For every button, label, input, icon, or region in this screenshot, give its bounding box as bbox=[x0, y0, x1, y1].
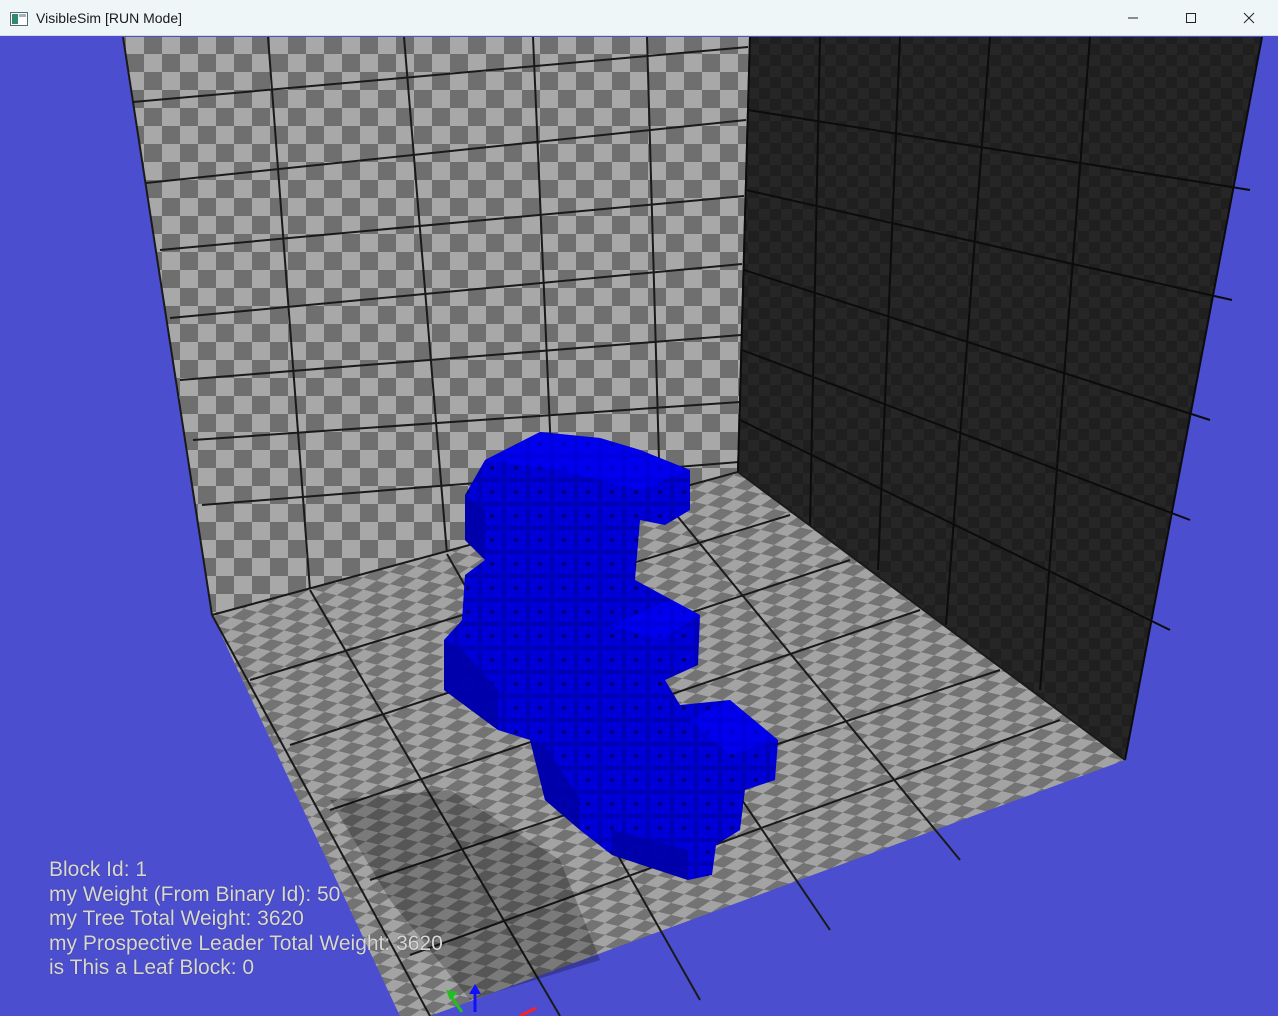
weight-text: my Weight (From Binary Id): 50 bbox=[49, 882, 341, 906]
info-overlay: Block Id: 1 my Weight (From Binary Id): … bbox=[49, 858, 443, 981]
tree-total-text: my Tree Total Weight: 3620 bbox=[49, 907, 304, 931]
minimize-icon bbox=[1128, 17, 1138, 19]
red-axis bbox=[519, 1006, 537, 1016]
window-title: VisibleSim [RUN Mode] bbox=[36, 9, 183, 26]
leader-total-text: my Prospective Leader Total Weight: 3620 bbox=[49, 931, 443, 955]
close-button[interactable] bbox=[1220, 0, 1278, 36]
title-bar: VisibleSim [RUN Mode] bbox=[0, 0, 1278, 36]
minimize-button[interactable] bbox=[1104, 0, 1162, 36]
window-controls bbox=[1104, 0, 1278, 36]
block-id-text: Block Id: 1 bbox=[49, 858, 148, 881]
leaf-block-text: is This a Leaf Block: 0 bbox=[49, 956, 255, 980]
3d-viewport[interactable]: Block Id: 1 my Weight (From Binary Id): … bbox=[0, 36, 1278, 1016]
maximize-button[interactable] bbox=[1162, 0, 1220, 36]
maximize-icon bbox=[1186, 13, 1196, 23]
app-icon bbox=[10, 11, 28, 26]
close-icon bbox=[1243, 12, 1255, 24]
